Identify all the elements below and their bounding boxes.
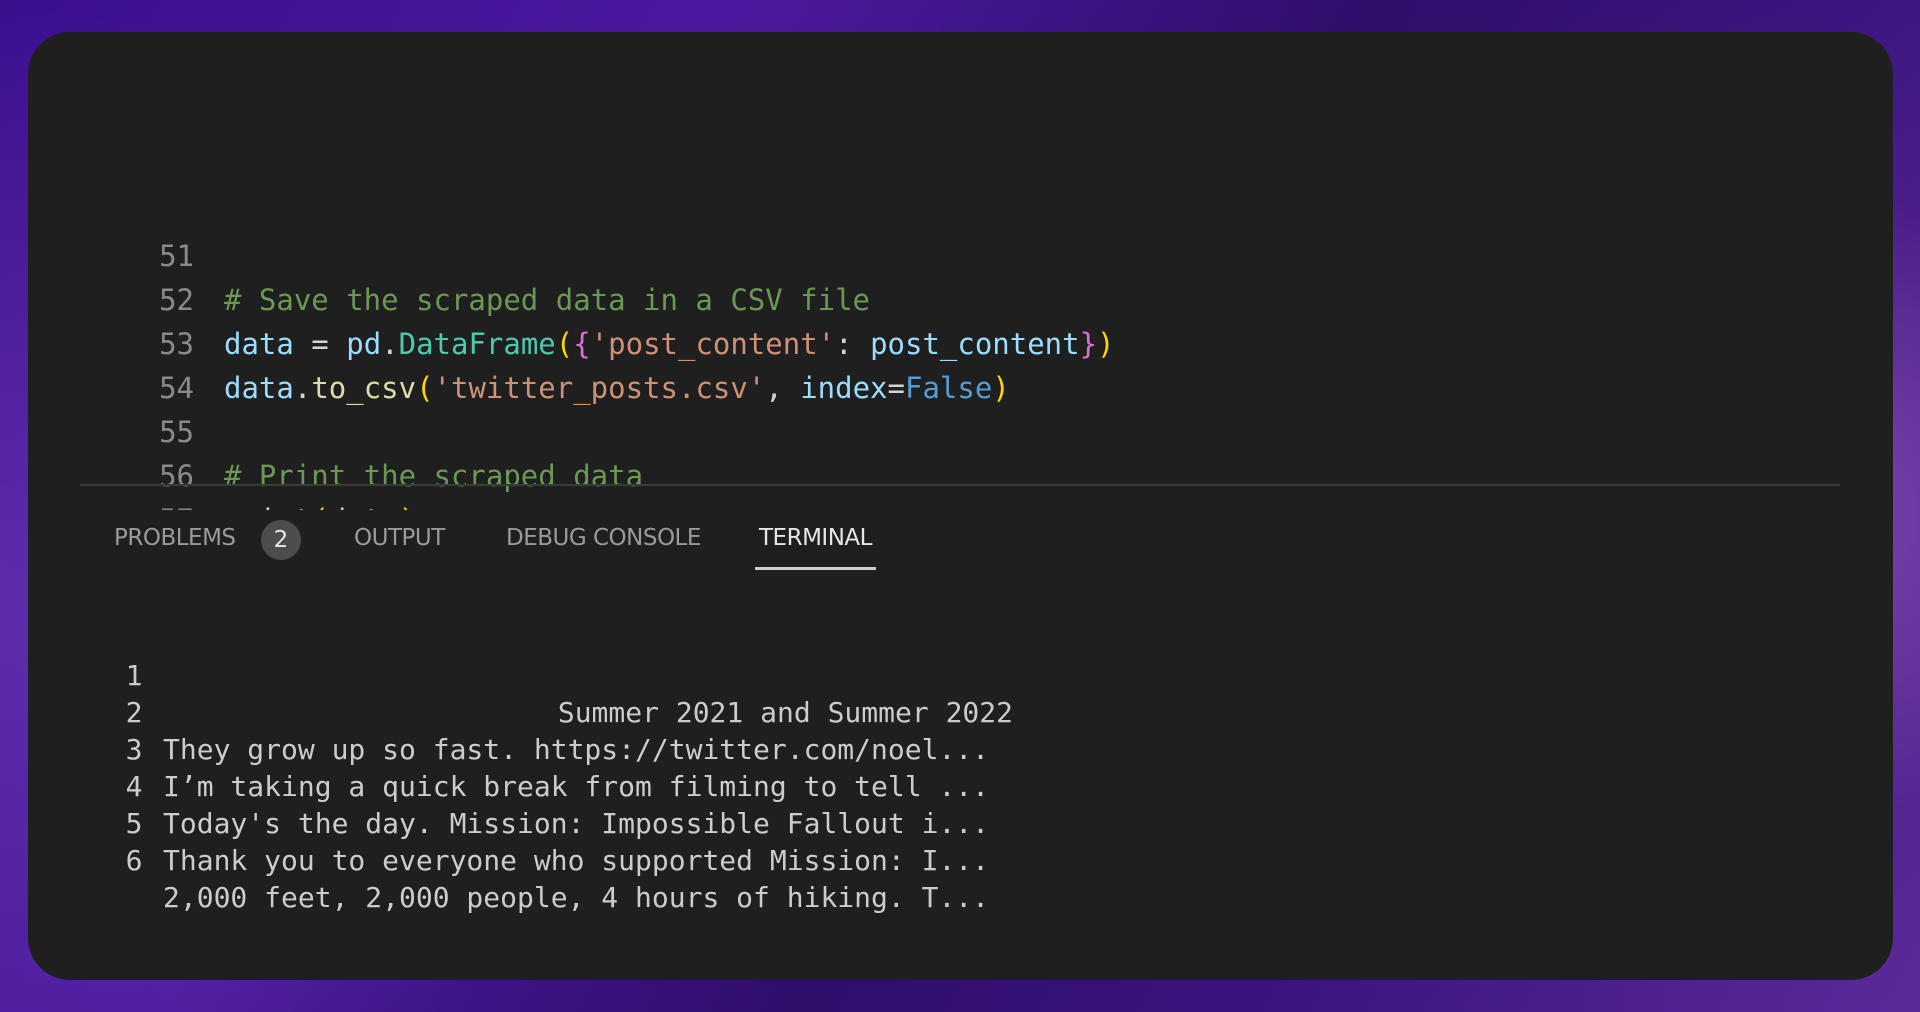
tab-label: PROBLEMS [114,525,236,551]
line-number: 57 [124,498,194,510]
terminal-output[interactable]: 1 Summer 2021 and Summer 2022 2 They gro… [28,620,1893,914]
code-line: 52 data = pd.DataFrame({'post_content': … [28,234,1893,361]
terminal-row: 1 Summer 2021 and Summer 2022 [28,620,1893,729]
code-line: 53 data.to_csv('twitter_posts.csv', inde… [28,278,1893,405]
terminal-row: 5 Thank you to everyone who supported Mi… [28,768,1893,877]
code-line: 55 # Print the scraped data [28,366,1893,493]
terminal-row: 4 Today's the day. Mission: Impossible F… [28,731,1893,840]
code-token: print [224,503,311,510]
code-token: ) [399,503,416,510]
panel-divider[interactable] [80,484,1840,486]
tab-label: DEBUG CONSOLE [506,525,701,551]
code-editor[interactable]: 51 # Save the scraped data in a CSV file… [28,190,1893,510]
code-token: ( [311,503,328,510]
code-line: 54 [28,322,1893,405]
tab-label: OUTPUT [354,525,445,551]
problems-count-badge: 2 [261,520,301,560]
row-text: 2,000 feet, 2,000 people, 4 hours of hik… [163,881,990,914]
code-line: 56 print(data) [28,410,1893,510]
terminal-row: 6 2,000 feet, 2,000 people, 4 hours of h… [28,805,1893,914]
code-token: data [329,503,399,510]
editor-window: 51 # Save the scraped data in a CSV file… [28,32,1893,980]
panel-tabs: PROBLEMS 2 OUTPUT DEBUG CONSOLE TERMINAL [28,512,1893,572]
tab-terminal[interactable]: TERMINAL [755,512,876,570]
tab-label: TERMINAL [759,525,872,551]
row-index: 6 [125,844,143,877]
code-line: 57 [28,454,1893,510]
tab-output[interactable]: OUTPUT [354,512,445,564]
tab-problems[interactable]: PROBLEMS [114,512,236,564]
terminal-row: 3 I’m taking a quick break from filming … [28,694,1893,803]
tab-debug-console[interactable]: DEBUG CONSOLE [506,512,701,564]
code-content: print(data) [224,498,416,510]
row-text: Thank you to everyone who supported Miss… [163,844,990,877]
terminal-row: 2 They grow up so fast. https://twitter.… [28,657,1893,766]
code-line: 51 # Save the scraped data in a CSV file [28,190,1893,317]
